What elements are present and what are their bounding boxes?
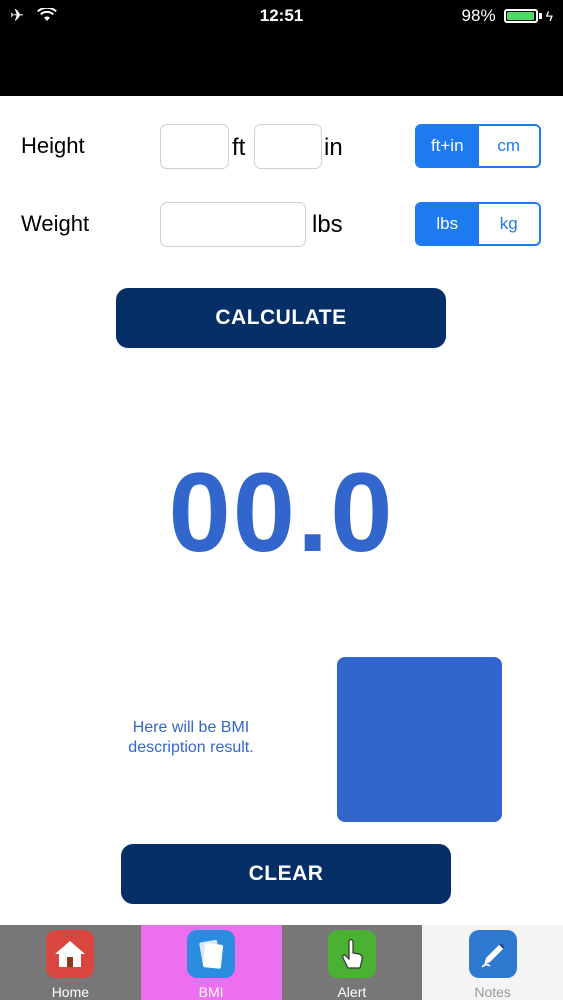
tab-home-label: Home bbox=[51, 984, 90, 1000]
weight-unit-lbs[interactable]: lbs bbox=[417, 204, 478, 244]
weight-unit-selector[interactable]: lbs kg bbox=[415, 202, 541, 246]
height-label: Height bbox=[21, 133, 85, 158]
bmi-description: Here will be BMI description result. bbox=[128, 719, 254, 756]
weight-unit: lbs bbox=[312, 211, 343, 238]
battery-icon bbox=[503, 9, 538, 23]
tab-bar: Home BMI Alert Notes bbox=[0, 925, 563, 1000]
height-ft-unit: ft bbox=[232, 134, 246, 161]
height-in-unit: in bbox=[324, 134, 343, 161]
tab-home[interactable]: Home bbox=[0, 925, 141, 1000]
bmi-icon bbox=[187, 930, 236, 978]
charging-bolt-icon: ϟ bbox=[545, 8, 553, 24]
tab-alert[interactable]: Alert bbox=[281, 925, 423, 1000]
calculate-button[interactable]: CALCULATE bbox=[116, 288, 446, 348]
height-unit-ftin[interactable]: ft+in bbox=[417, 126, 478, 166]
status-right: 98% ϟ bbox=[462, 6, 553, 26]
tab-bmi-label: BMI bbox=[198, 984, 224, 1000]
height-unit-selector[interactable]: ft+in cm bbox=[415, 124, 541, 168]
alert-icon bbox=[327, 930, 376, 978]
battery-tip bbox=[538, 13, 542, 19]
height-ft-input[interactable] bbox=[160, 124, 229, 169]
home-icon bbox=[46, 930, 95, 978]
weight-label: Weight bbox=[21, 211, 90, 236]
bmi-color-indicator bbox=[337, 657, 502, 822]
notes-icon bbox=[468, 930, 517, 978]
tab-notes[interactable]: Notes bbox=[422, 925, 563, 1000]
weight-unit-kg[interactable]: kg bbox=[477, 204, 539, 244]
height-in-input[interactable] bbox=[254, 124, 322, 169]
clear-button[interactable]: CLEAR bbox=[121, 844, 451, 904]
tab-bmi[interactable]: BMI bbox=[140, 925, 282, 1000]
weight-input[interactable] bbox=[160, 202, 306, 247]
battery-percent: 98% bbox=[461, 6, 496, 25]
bmi-value: 00.0 bbox=[168, 450, 395, 575]
tab-notes-label: Notes bbox=[474, 984, 511, 1000]
tab-alert-label: Alert bbox=[337, 984, 367, 1000]
height-unit-cm[interactable]: cm bbox=[477, 126, 539, 166]
status-bar: ✈ 12:51 98% ϟ bbox=[0, 0, 563, 96]
